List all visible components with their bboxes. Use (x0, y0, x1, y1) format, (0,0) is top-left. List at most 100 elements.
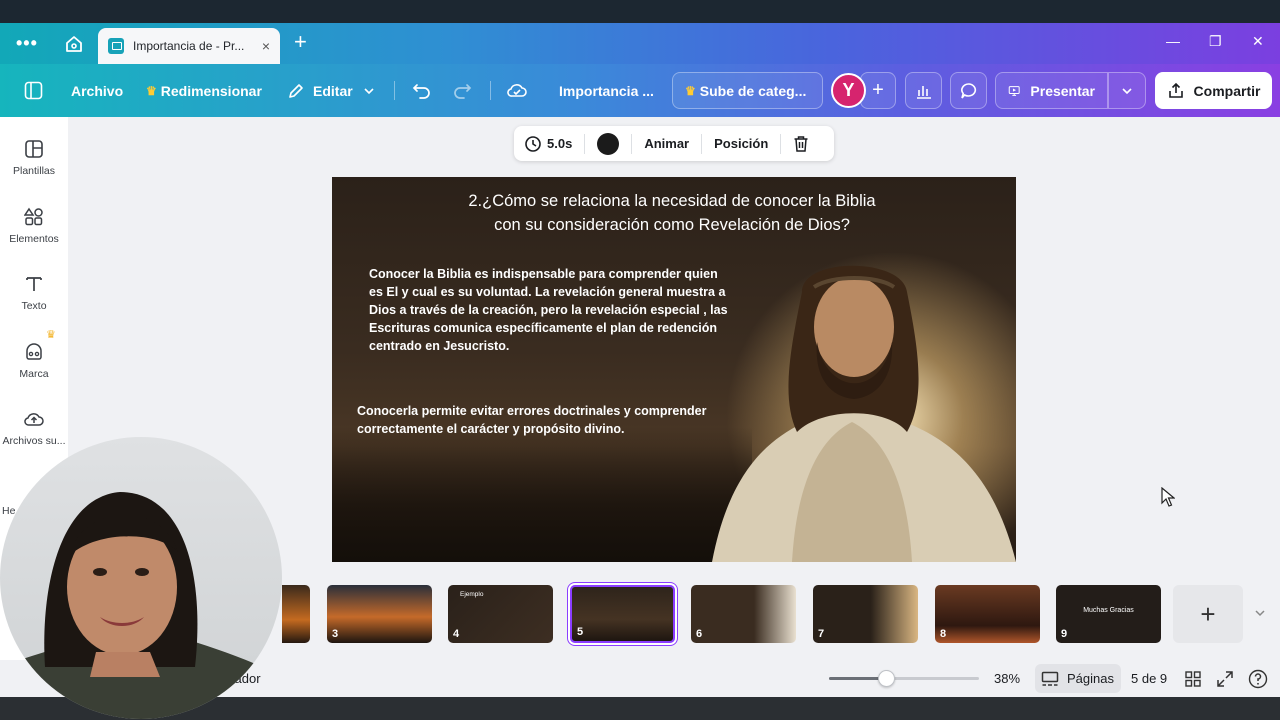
templates-icon (25, 140, 43, 158)
elements-icon (24, 207, 43, 226)
clock-icon (525, 135, 541, 152)
landscape-shadow (332, 427, 752, 562)
close-window-icon[interactable]: ✕ (1252, 33, 1264, 50)
page-thumbnail[interactable] (282, 585, 310, 643)
upgrade-label: Sube de categ... (699, 82, 807, 99)
duration-button[interactable]: 5.0s (524, 135, 572, 153)
upgrade-button[interactable]: ♛ Sube de categ... (672, 72, 823, 109)
page-number: 5 (577, 626, 584, 638)
comments-button[interactable] (950, 72, 987, 109)
sidebar-item-archivos-subidos[interactable]: Archivos su... (0, 409, 68, 447)
sidebar-item-label: Marca (19, 368, 49, 380)
grid-view-icon[interactable] (1185, 671, 1201, 687)
slide-paragraph[interactable]: Conocer la Biblia es indispensable para … (369, 265, 729, 355)
upload-cloud-icon (24, 413, 44, 426)
page-number: 9 (1061, 628, 1068, 640)
slide-title-line: con su consideración como Revelación de … (494, 216, 850, 234)
chevron-down-icon (1122, 87, 1132, 94)
page-thumbnail[interactable]: 8 (935, 585, 1040, 643)
add-page-button[interactable]: + (1173, 585, 1243, 643)
compartir-label: Compartir (1193, 82, 1261, 99)
animar-button[interactable]: Animar (644, 136, 689, 151)
tab-title: Importancia de - Pr... (133, 39, 245, 53)
toolbar-divider (394, 81, 395, 100)
divider (780, 133, 782, 154)
presentar-button[interactable]: Presentar (995, 72, 1108, 109)
divider (584, 133, 586, 154)
editar-menu[interactable]: Editar (287, 64, 375, 117)
bar-chart-icon (916, 85, 931, 99)
page-counter: 5 de 9 (1131, 671, 1168, 686)
page-number: 6 (696, 628, 703, 640)
color-swatch[interactable] (597, 132, 620, 155)
active-tab[interactable]: Importancia de - Pr... × (98, 28, 280, 64)
page-thumbnail[interactable]: 6 (691, 585, 796, 643)
zoom-slider-handle[interactable] (878, 670, 895, 687)
element-context-bar: 5.0s Animar Posición (514, 126, 834, 161)
new-tab-button[interactable]: + (294, 31, 307, 53)
crown-icon: ♛ (146, 83, 157, 98)
redimensionar-label: Redimensionar (160, 82, 262, 99)
chevron-down-icon[interactable] (1254, 608, 1266, 618)
present-icon (1008, 85, 1020, 96)
divider (631, 133, 633, 154)
document-title[interactable]: Importancia ... (559, 64, 654, 117)
editor-toolbar: Archivo ♛ Redimensionar Editar Importanc… (0, 64, 1280, 117)
pages-icon (1041, 671, 1059, 686)
presentar-options-button[interactable] (1108, 72, 1146, 109)
compartir-button[interactable]: Compartir (1155, 72, 1272, 109)
user-avatar[interactable]: Y (831, 73, 866, 108)
insights-button[interactable] (905, 72, 942, 109)
page-thumbnail[interactable]: Muchas Gracias 9 (1056, 585, 1161, 643)
slide-canvas[interactable]: 2.¿Cómo se relaciona la necesidad de con… (332, 177, 1016, 562)
page-thumbnail-active[interactable]: 5 (570, 585, 675, 643)
tab-close-icon[interactable]: × (262, 38, 270, 54)
cloud-saved-icon[interactable] (506, 80, 528, 100)
page-thumbnail[interactable]: Ejemplo 4 (448, 585, 553, 643)
crown-icon: ♛ (46, 329, 56, 341)
page-number: 7 (818, 628, 825, 640)
divider (701, 133, 703, 154)
zoom-level[interactable]: 38% (994, 671, 1020, 686)
sidebar-toggle-icon[interactable] (24, 81, 43, 100)
posicion-button[interactable]: Posición (714, 136, 768, 151)
webcam-overlay (0, 437, 282, 719)
sidebar-item-texto[interactable]: Texto (0, 274, 68, 312)
page-thumbnail[interactable]: 7 (813, 585, 918, 643)
more-icon[interactable]: ••• (16, 34, 38, 52)
undo-icon[interactable] (412, 81, 432, 99)
text-icon (26, 277, 42, 291)
page-number: 8 (940, 628, 947, 640)
zoom-slider[interactable] (829, 670, 979, 687)
crown-icon: ♛ (685, 83, 696, 98)
presentar-label: Presentar (1030, 82, 1095, 99)
brand-icon (26, 343, 42, 360)
sidebar-item-elementos[interactable]: Elementos (0, 207, 68, 245)
sidebar-item-label: Elementos (9, 233, 59, 245)
slide-paragraph[interactable]: Conocerla permite evitar errores doctrin… (357, 402, 717, 438)
page-number: 3 (332, 628, 339, 640)
window-top-strip (0, 0, 1280, 23)
pages-button[interactable]: Páginas (1035, 664, 1121, 693)
pencil-icon (289, 83, 303, 98)
trash-icon[interactable] (793, 135, 809, 153)
fullscreen-icon[interactable] (1217, 671, 1233, 687)
sidebar-item-marca[interactable]: ♛ Marca (0, 329, 68, 380)
redo-icon[interactable] (452, 81, 472, 99)
comment-icon (960, 82, 976, 99)
redimensionar-button[interactable]: ♛ Redimensionar (146, 64, 262, 117)
editar-label: Editar (313, 82, 353, 99)
restore-icon[interactable]: ❐ (1209, 33, 1222, 50)
archivo-menu[interactable]: Archivo (71, 64, 123, 117)
chevron-down-icon (364, 87, 374, 94)
thumbnail-caption: Muchas Gracias (1083, 607, 1134, 614)
jesus-image[interactable] (702, 247, 1016, 562)
sidebar-item-plantillas[interactable]: Plantillas (0, 139, 68, 177)
minimize-icon[interactable]: — (1166, 33, 1180, 49)
sidebar-item-label: Texto (21, 300, 47, 312)
slide-title[interactable]: 2.¿Cómo se relaciona la necesidad de con… (392, 189, 952, 237)
help-icon[interactable] (1248, 669, 1268, 689)
canva-tab-icon (108, 38, 124, 54)
home-icon[interactable] (64, 34, 84, 54)
page-thumbnail[interactable]: 3 (327, 585, 432, 643)
